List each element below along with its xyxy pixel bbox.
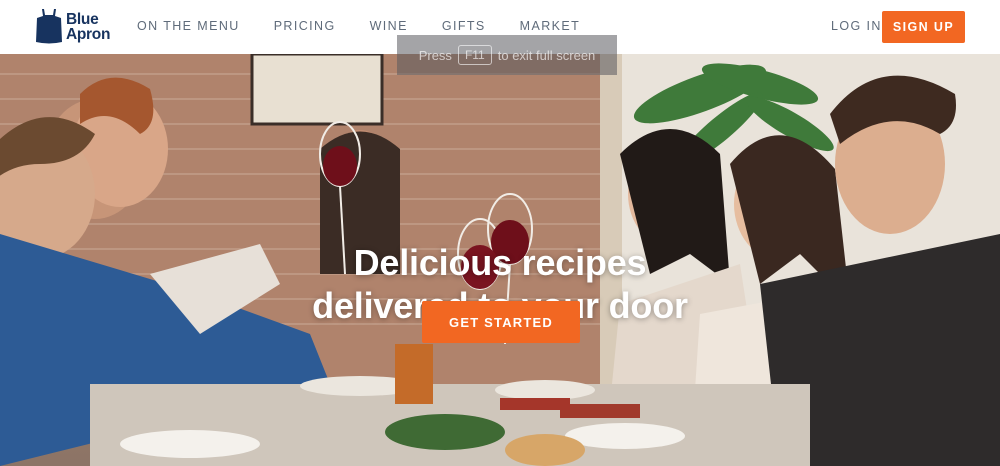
signup-button[interactable]: SIGN UP [882,11,965,43]
hero-headline-line1: Delicious recipes [353,242,647,283]
logo-word-apron: Apron [66,25,111,43]
get-started-button[interactable]: GET STARTED [422,301,580,343]
blue-apron-logo[interactable]: Blue Apron [36,9,110,44]
fullscreen-notice-prefix: Press [418,47,452,63]
hero-section: Delicious recipes delivered to your door [0,54,1000,466]
nav-on-the-menu[interactable]: ON THE MENU [137,19,240,33]
fullscreen-notice-suffix: to exit full screen [497,47,596,63]
fullscreen-key-badge: F11 [457,45,492,65]
login-link[interactable]: LOG IN [831,19,882,33]
logo-word-blue: Blue [66,10,99,28]
logo-wordmark: Blue Apron [66,10,111,43]
main-nav: ON THE MENU PRICING WINE GIFTS MARKET [137,19,614,33]
fullscreen-exit-notice: Press F11 to exit full screen [397,35,617,75]
nav-gifts[interactable]: GIFTS [442,19,486,33]
nav-market[interactable]: MARKET [520,19,581,33]
nav-pricing[interactable]: PRICING [274,19,336,33]
apron-icon [36,9,62,44]
nav-wine[interactable]: WINE [370,19,408,33]
